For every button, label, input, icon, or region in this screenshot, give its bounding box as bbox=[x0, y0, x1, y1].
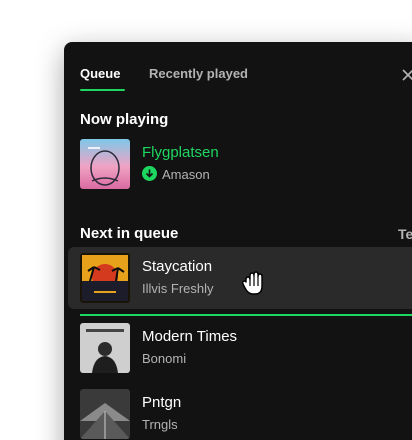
track-title: Pntgn bbox=[142, 394, 182, 411]
queue-panel: Queue Recently played Now playing Flygpl… bbox=[64, 42, 412, 440]
track-title: Modern Times bbox=[142, 328, 238, 345]
track-title: Staycation bbox=[142, 258, 213, 275]
track-artist[interactable]: Amason bbox=[162, 167, 210, 182]
track-artist[interactable]: Bonomi bbox=[142, 351, 186, 366]
track-title: Flygplatsen bbox=[142, 144, 219, 161]
downloaded-icon bbox=[142, 166, 157, 181]
album-cover bbox=[80, 323, 130, 373]
next-in-queue-heading: Next in queue bbox=[80, 225, 179, 242]
queue-row[interactable]: Modern Times Bonomi bbox=[68, 317, 412, 379]
tab-queue[interactable]: Queue bbox=[80, 66, 120, 81]
album-cover bbox=[80, 389, 130, 439]
active-tab-indicator bbox=[80, 89, 125, 91]
tab-bar: Queue Recently played bbox=[80, 66, 410, 94]
track-artist[interactable]: Illvis Freshly bbox=[142, 281, 214, 296]
queue-row[interactable]: Pntgn Trngls bbox=[68, 383, 412, 440]
track-artist[interactable]: Trngls bbox=[142, 417, 178, 432]
album-cover bbox=[80, 139, 130, 189]
album-cover bbox=[80, 253, 130, 303]
now-playing-row[interactable]: Flygplatsen Amason bbox=[68, 133, 412, 195]
queue-aside-label[interactable]: Te bbox=[398, 226, 412, 242]
tab-recently-played[interactable]: Recently played bbox=[149, 66, 248, 81]
drop-indicator bbox=[80, 314, 412, 316]
grab-cursor-icon bbox=[240, 268, 270, 300]
now-playing-heading: Now playing bbox=[80, 111, 169, 128]
close-icon[interactable] bbox=[402, 64, 412, 86]
